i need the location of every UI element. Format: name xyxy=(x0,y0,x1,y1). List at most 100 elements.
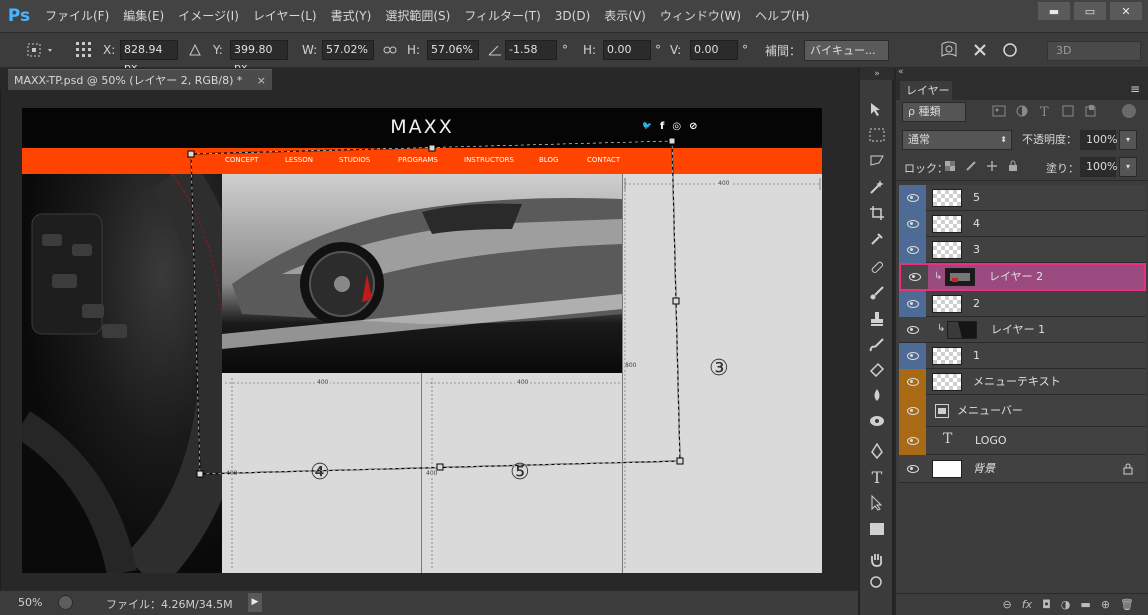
marquee-tool-icon[interactable] xyxy=(866,124,888,146)
lasso-tool-icon[interactable] xyxy=(866,150,888,172)
layer-name[interactable]: LOGO xyxy=(975,427,1007,455)
panel-menu-icon[interactable]: ≡ xyxy=(1130,82,1140,96)
fill-field[interactable]: 100% xyxy=(1080,157,1117,177)
restore-button[interactable]: ▭ xyxy=(1074,2,1106,20)
fx-icon[interactable]: fx xyxy=(1022,598,1032,611)
gradient-tool-icon[interactable] xyxy=(866,384,888,406)
eraser-tool-icon[interactable] xyxy=(866,358,888,380)
visibility-toggle[interactable] xyxy=(899,395,926,427)
opacity-field[interactable]: 100% xyxy=(1080,130,1117,150)
link-layers-icon[interactable]: ⊖ xyxy=(1002,598,1011,611)
angle-field[interactable]: -1.58 xyxy=(505,40,557,60)
menu-edit[interactable]: 編集(E) xyxy=(116,0,171,32)
pen-tool-icon[interactable] xyxy=(866,440,888,462)
layer-name[interactable]: レイヤー 2 xyxy=(989,265,1043,289)
menu-3d[interactable]: 3D(D) xyxy=(548,0,597,32)
commit-transform-icon[interactable] xyxy=(1001,33,1019,67)
lock-position-icon[interactable] xyxy=(986,160,998,172)
path-selection-tool-icon[interactable] xyxy=(866,492,888,514)
adjustment-layer-icon[interactable]: ◑ xyxy=(1061,598,1071,611)
layer-name[interactable]: 4 xyxy=(973,211,980,237)
layer-row-5[interactable]: 5 xyxy=(899,185,1146,211)
filter-smart-object-icon[interactable] xyxy=(1084,104,1098,118)
blur-tool-icon[interactable] xyxy=(866,410,888,432)
filter-toggle-icon[interactable] xyxy=(1122,104,1136,118)
layer-row-layer-2[interactable]: ↳ レイヤー 2 xyxy=(899,263,1146,291)
move-tool-icon[interactable] xyxy=(866,98,888,120)
layer-row-menu-text[interactable]: メニューテキスト xyxy=(899,369,1146,395)
relative-position-icon[interactable] xyxy=(188,33,202,67)
crop-tool-icon[interactable] xyxy=(866,202,888,224)
menu-select[interactable]: 選択範囲(S) xyxy=(378,0,457,32)
width-field[interactable]: 57.02% xyxy=(322,40,374,60)
menu-file[interactable]: ファイル(F) xyxy=(38,0,116,32)
interpolation-dropdown[interactable]: バイキュー... xyxy=(804,40,889,61)
status-menu-arrow[interactable]: ▶ xyxy=(248,593,262,612)
y-field[interactable]: 399.80 px xyxy=(230,40,288,74)
lock-transparent-icon[interactable] xyxy=(944,160,956,172)
layer-name[interactable]: 2 xyxy=(973,291,980,317)
cancel-transform-icon[interactable] xyxy=(972,33,988,67)
visibility-toggle[interactable] xyxy=(899,427,926,455)
menu-type[interactable]: 書式(Y) xyxy=(324,0,379,32)
layer-name[interactable]: メニューテキスト xyxy=(973,369,1061,395)
brush-tool-icon[interactable] xyxy=(866,282,888,304)
visibility-toggle[interactable] xyxy=(899,343,926,369)
type-tool-icon[interactable]: T xyxy=(866,466,888,488)
layer-row-3[interactable]: 3 xyxy=(899,237,1146,263)
new-layer-icon[interactable]: ⊕ xyxy=(1101,598,1110,611)
layer-name[interactable]: 5 xyxy=(973,185,980,211)
visibility-toggle[interactable] xyxy=(899,369,926,395)
trash-icon[interactable]: 🗑 xyxy=(1120,598,1134,611)
layer-name[interactable]: 3 xyxy=(973,237,980,263)
rectangle-tool-icon[interactable] xyxy=(866,518,888,540)
menu-view[interactable]: 表示(V) xyxy=(597,0,653,32)
link-aspect-icon[interactable] xyxy=(383,33,397,67)
clone-stamp-tool-icon[interactable] xyxy=(866,308,888,330)
layer-row-menu-bar[interactable]: メニューバー xyxy=(899,395,1146,427)
document-canvas[interactable]: MAXX 🐦 f ◎ ⊘ CONCEPT LESSON STUDIOS PROG… xyxy=(22,108,822,573)
layer-row-2[interactable]: 2 xyxy=(899,291,1146,317)
visibility-toggle[interactable] xyxy=(899,237,926,263)
opacity-slider-chevron-icon[interactable]: ▾ xyxy=(1119,130,1137,150)
menu-filter[interactable]: フィルター(T) xyxy=(457,0,547,32)
hskew-field[interactable]: 0.00 xyxy=(603,40,651,60)
layer-row-layer-1[interactable]: ↳ レイヤー 1 xyxy=(899,317,1146,343)
tab-layers[interactable]: レイヤー xyxy=(900,81,952,100)
history-brush-tool-icon[interactable] xyxy=(866,334,888,356)
fill-slider-chevron-icon[interactable]: ▾ xyxy=(1119,157,1137,177)
layer-row-logo[interactable]: T LOGO xyxy=(899,427,1146,455)
layer-name[interactable]: 1 xyxy=(973,343,980,369)
transform-preset-icon[interactable] xyxy=(22,33,58,67)
filter-adjustment-icon[interactable] xyxy=(1015,104,1029,118)
layer-name[interactable]: レイヤー 1 xyxy=(991,317,1045,343)
height-field[interactable]: 57.06% xyxy=(427,40,479,60)
layer-name[interactable]: 背景 xyxy=(973,455,995,483)
lock-all-icon[interactable] xyxy=(1007,160,1019,172)
menu-window[interactable]: ウィンドウ(W) xyxy=(653,0,748,32)
transform-bounding-box[interactable] xyxy=(22,108,822,573)
eyedropper-tool-icon[interactable] xyxy=(866,228,888,250)
visibility-toggle[interactable] xyxy=(899,317,926,343)
blend-mode-dropdown[interactable]: 通常 ⬍ xyxy=(902,130,1012,150)
panel-collapse-icon[interactable]: « xyxy=(898,67,904,77)
healing-brush-tool-icon[interactable] xyxy=(866,256,888,278)
layer-kind-filter[interactable]: ρ 種類 xyxy=(902,102,966,122)
close-window-button[interactable]: ✕ xyxy=(1110,2,1142,20)
filter-shape-icon[interactable] xyxy=(1061,104,1075,118)
menu-image[interactable]: イメージ(I) xyxy=(171,0,246,32)
new-group-icon[interactable]: ▬ xyxy=(1080,598,1090,611)
layer-row-4[interactable]: 4 xyxy=(899,211,1146,237)
menu-help[interactable]: ヘルプ(H) xyxy=(748,0,816,32)
vskew-field[interactable]: 0.00 xyxy=(690,40,738,60)
filter-type-icon[interactable]: T xyxy=(1038,104,1052,118)
close-tab-icon[interactable]: × xyxy=(257,70,266,91)
menu-layer[interactable]: レイヤー(L) xyxy=(246,0,324,32)
layer-row-background[interactable]: 背景 xyxy=(899,455,1146,483)
x-field[interactable]: 828.94 px xyxy=(120,40,178,74)
add-mask-icon[interactable]: ◘ xyxy=(1042,598,1051,611)
warp-mode-icon[interactable] xyxy=(938,33,960,67)
reference-point-icon[interactable] xyxy=(74,33,94,67)
filter-pixel-icon[interactable] xyxy=(992,104,1006,118)
layer-name[interactable]: メニューバー xyxy=(957,395,1023,427)
